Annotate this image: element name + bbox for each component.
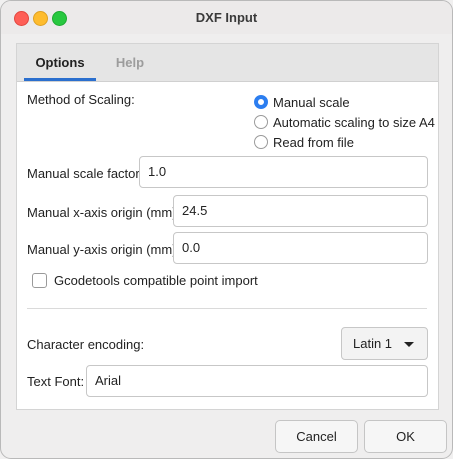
encoding-label: Character encoding: bbox=[27, 337, 145, 352]
encoding-select-value: Latin 1 bbox=[353, 336, 393, 351]
window-title: DXF Input bbox=[195, 10, 258, 25]
radio-manual-scale-indicator[interactable] bbox=[254, 95, 268, 109]
tab-options-label: Options bbox=[35, 55, 85, 70]
gcodetools-checkbox[interactable] bbox=[32, 273, 47, 288]
active-tab-indicator bbox=[24, 78, 96, 81]
radio-automatic-scaling[interactable]: Automatic scaling to size A4 bbox=[254, 113, 435, 131]
tab-bar: Options Help bbox=[17, 44, 438, 82]
tab-help[interactable]: Help bbox=[105, 44, 155, 81]
text-font-label: Text Font: bbox=[27, 374, 85, 389]
cancel-button[interactable]: Cancel bbox=[275, 420, 358, 453]
y-origin-label: Manual y-axis origin (mm): bbox=[27, 242, 181, 257]
radio-automatic-scaling-label: Automatic scaling to size A4 bbox=[273, 114, 435, 130]
radio-read-from-file[interactable]: Read from file bbox=[254, 133, 354, 151]
radio-manual-scale[interactable]: Manual scale bbox=[254, 93, 350, 111]
radio-automatic-scaling-indicator[interactable] bbox=[254, 115, 268, 129]
gcodetools-label: Gcodetools compatible point import bbox=[54, 273, 258, 288]
chevron-down-icon bbox=[404, 342, 414, 347]
text-font-input[interactable]: Arial bbox=[86, 365, 428, 397]
section-divider bbox=[27, 308, 427, 309]
dxf-input-dialog: DXF Input Options Help Method of Scaling… bbox=[0, 0, 453, 459]
x-origin-label: Manual x-axis origin (mm): bbox=[27, 205, 181, 220]
encoding-select[interactable]: Latin 1 bbox=[341, 327, 428, 360]
tab-options[interactable]: Options bbox=[24, 44, 96, 81]
x-origin-input[interactable]: 24.5 bbox=[173, 195, 428, 227]
title-bar[interactable]: DXF Input bbox=[1, 1, 452, 34]
options-panel: Options Help Method of Scaling: Manual s… bbox=[16, 43, 439, 410]
tab-help-label: Help bbox=[115, 55, 145, 70]
scaling-method-label: Method of Scaling: bbox=[27, 92, 135, 107]
radio-read-from-file-label: Read from file bbox=[273, 134, 354, 150]
scale-factor-label: Manual scale factor: bbox=[27, 166, 144, 181]
scale-factor-input[interactable]: 1.0 bbox=[139, 156, 428, 188]
radio-read-from-file-indicator[interactable] bbox=[254, 135, 268, 149]
y-origin-input[interactable]: 0.0 bbox=[173, 232, 428, 264]
radio-manual-scale-label: Manual scale bbox=[273, 94, 350, 110]
ok-button[interactable]: OK bbox=[364, 420, 447, 453]
